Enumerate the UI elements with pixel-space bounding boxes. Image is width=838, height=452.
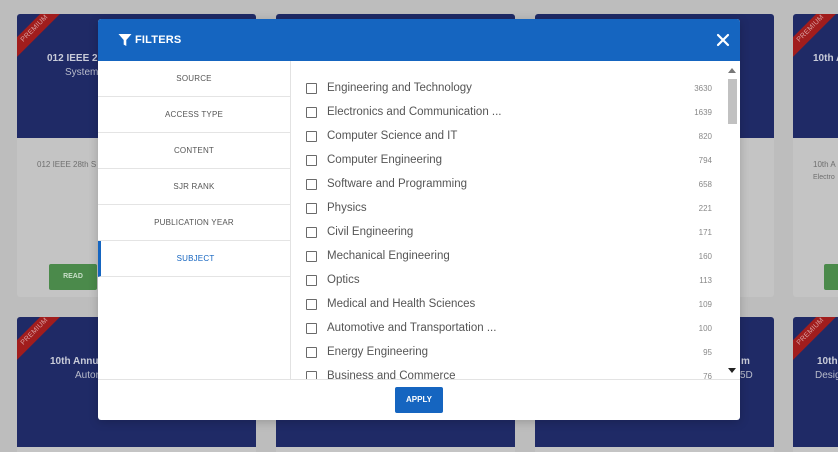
card-description: 10th A bbox=[813, 160, 836, 169]
subject-label: Computer Engineering bbox=[327, 154, 443, 166]
checkbox[interactable] bbox=[306, 130, 317, 142]
tab-source[interactable]: SOURCE bbox=[98, 61, 290, 97]
modal-title: FILTERS bbox=[135, 34, 182, 46]
subject-count: 794 bbox=[698, 155, 712, 165]
subject-label: Medical and Health Sciences bbox=[327, 298, 476, 310]
checkbox[interactable] bbox=[306, 370, 317, 379]
checkbox[interactable] bbox=[306, 106, 317, 118]
tab-sjr-rank[interactable]: SJR RANK bbox=[98, 169, 290, 205]
subject-option[interactable]: Automotive and Transportation ... 100 bbox=[291, 316, 722, 340]
checkbox[interactable] bbox=[306, 82, 317, 94]
subject-label: Energy Engineering bbox=[327, 346, 429, 358]
checkbox[interactable] bbox=[306, 226, 317, 238]
scroll-down-arrow-icon[interactable] bbox=[728, 368, 736, 373]
subject-label: Civil Engineering bbox=[327, 226, 414, 238]
subject-label: Optics bbox=[327, 274, 360, 286]
read-button[interactable] bbox=[824, 264, 838, 290]
tab-access-type[interactable]: ACCESS TYPE bbox=[98, 97, 290, 133]
subject-count: 1639 bbox=[694, 107, 712, 117]
subject-option[interactable]: Physics 221 bbox=[291, 196, 722, 220]
checkbox[interactable] bbox=[306, 274, 317, 286]
subject-label: Electronics and Communication ... bbox=[327, 106, 502, 118]
subject-list-panel: Engineering and Technology 3630 Electron… bbox=[291, 61, 740, 379]
subject-count: 160 bbox=[698, 251, 712, 261]
filters-modal: FILTERS SOURCE ACCESS TYPE CONTENT SJR R… bbox=[98, 19, 740, 420]
card-thumbnail-subtitle: Desig bbox=[815, 370, 838, 381]
subject-option[interactable]: Computer Engineering 794 bbox=[291, 148, 722, 172]
subject-option[interactable]: Medical and Health Sciences 109 bbox=[291, 292, 722, 316]
checkbox[interactable] bbox=[306, 154, 317, 166]
subject-option[interactable]: Engineering and Technology 3630 bbox=[291, 76, 722, 100]
card-thumbnail-title: m bbox=[741, 356, 750, 367]
apply-button[interactable]: APPLY bbox=[395, 387, 443, 413]
checkbox[interactable] bbox=[306, 178, 317, 190]
subject-label: Computer Science and IT bbox=[327, 130, 458, 142]
subject-label: Software and Programming bbox=[327, 178, 467, 190]
card-thumbnail-title: 10th bbox=[817, 356, 838, 367]
subject-list: Engineering and Technology 3630 Electron… bbox=[291, 76, 722, 379]
subject-option[interactable]: Energy Engineering 95 bbox=[291, 340, 722, 364]
subject-label: Mechanical Engineering bbox=[327, 250, 450, 262]
subject-count: 221 bbox=[698, 203, 712, 213]
card-description: 012 IEEE 28th S bbox=[37, 160, 97, 169]
scroll-up-arrow-icon[interactable] bbox=[728, 68, 736, 73]
card-description-line2: Electro bbox=[813, 174, 835, 181]
tab-subject[interactable]: SUBJECT bbox=[98, 241, 290, 277]
filter-icon bbox=[118, 34, 132, 46]
card-thumbnail: PREMIUM 10th Desig bbox=[793, 317, 838, 447]
background-card: PREMIUM 10th Desig bbox=[793, 317, 838, 452]
subject-label: Automotive and Transportation ... bbox=[327, 322, 497, 334]
subject-option[interactable]: Mechanical Engineering 160 bbox=[291, 244, 722, 268]
tab-content[interactable]: CONTENT bbox=[98, 133, 290, 169]
subject-option[interactable]: Computer Science and IT 820 bbox=[291, 124, 722, 148]
subject-option[interactable]: Business and Commerce 76 bbox=[291, 364, 722, 379]
filter-category-sidebar: SOURCE ACCESS TYPE CONTENT SJR RANK PUBL… bbox=[98, 61, 291, 379]
card-thumbnail: PREMIUM 10th A bbox=[793, 14, 838, 138]
subject-count: 76 bbox=[703, 371, 712, 380]
scrollbar-thumb[interactable] bbox=[728, 79, 737, 124]
modal-body: SOURCE ACCESS TYPE CONTENT SJR RANK PUBL… bbox=[98, 61, 740, 379]
list-scrollbar[interactable] bbox=[726, 64, 738, 376]
subject-option[interactable]: Software and Programming 658 bbox=[291, 172, 722, 196]
subject-count: 113 bbox=[699, 275, 712, 285]
read-button[interactable]: READ bbox=[49, 264, 97, 290]
subject-option[interactable]: Civil Engineering 171 bbox=[291, 220, 722, 244]
checkbox[interactable] bbox=[306, 322, 317, 334]
checkbox[interactable] bbox=[306, 298, 317, 310]
background-card: PREMIUM 10th A 10th A Electro bbox=[793, 14, 838, 297]
close-icon[interactable] bbox=[714, 31, 732, 49]
subject-option[interactable]: Electronics and Communication ... 1639 bbox=[291, 100, 722, 124]
subject-count: 171 bbox=[698, 227, 712, 237]
card-thumbnail-title: 10th A bbox=[813, 53, 838, 64]
modal-header: FILTERS bbox=[98, 19, 740, 61]
subject-count: 95 bbox=[703, 347, 712, 357]
subject-count: 100 bbox=[698, 323, 712, 333]
subject-count: 820 bbox=[698, 131, 712, 141]
checkbox[interactable] bbox=[306, 202, 317, 214]
subject-count: 3630 bbox=[694, 83, 712, 93]
modal-footer: APPLY bbox=[98, 379, 740, 420]
subject-count: 658 bbox=[698, 179, 712, 189]
tab-publication-year[interactable]: PUBLICATION YEAR bbox=[98, 205, 290, 241]
subject-label: Physics bbox=[327, 202, 367, 214]
card-thumbnail-subtitle: 5D bbox=[740, 370, 753, 381]
checkbox[interactable] bbox=[306, 346, 317, 358]
subject-label: Business and Commerce bbox=[327, 370, 456, 379]
checkbox[interactable] bbox=[306, 250, 317, 262]
subject-option[interactable]: Optics 113 bbox=[291, 268, 722, 292]
subject-label: Engineering and Technology bbox=[327, 82, 472, 94]
subject-count: 109 bbox=[698, 299, 712, 309]
